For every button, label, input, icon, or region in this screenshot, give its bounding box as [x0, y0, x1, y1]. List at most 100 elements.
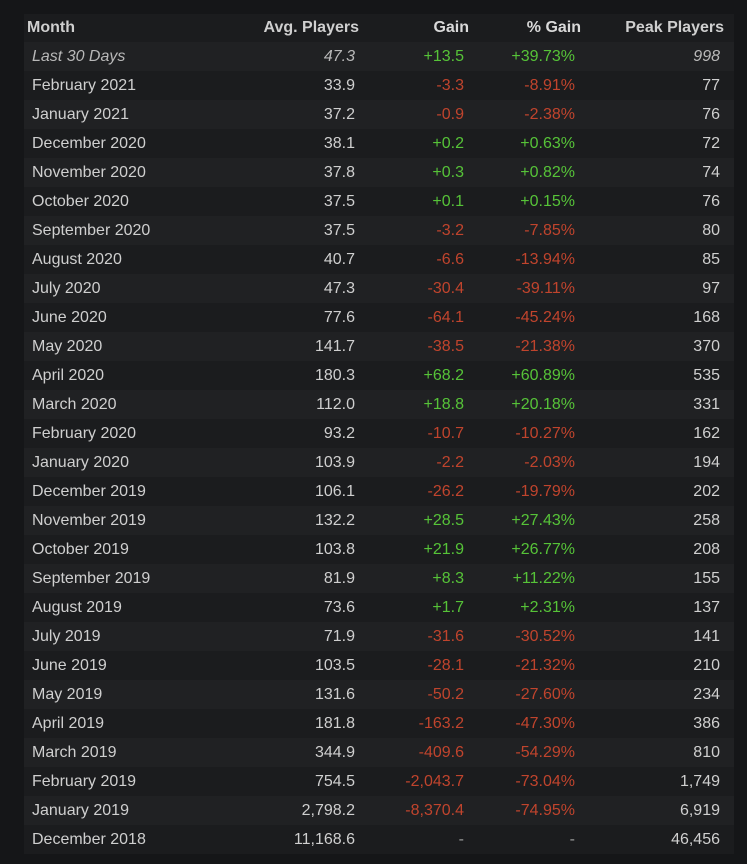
row-month: August 2019 — [24, 593, 229, 622]
row-percent-gain: +11.22% — [469, 564, 581, 593]
row-gain: -8,370.4 — [359, 796, 469, 825]
row-percent-gain: +0.15% — [469, 187, 581, 216]
table-row: June 2019 103.5 -28.1 -21.32% 210 — [24, 651, 734, 680]
row-percent-gain: -39.11% — [469, 274, 581, 303]
row-peak-players: 208 — [581, 535, 734, 564]
row-percent-gain: +20.18% — [469, 390, 581, 419]
row-month: November 2020 — [24, 158, 229, 187]
row-avg-players: 2,798.2 — [229, 796, 359, 825]
row-peak-players: 258 — [581, 506, 734, 535]
row-percent-gain: +0.63% — [469, 129, 581, 158]
row-gain: -2,043.7 — [359, 767, 469, 796]
row-percent-gain: -30.52% — [469, 622, 581, 651]
row-avg-players: 106.1 — [229, 477, 359, 506]
row-percent-gain: +2.31% — [469, 593, 581, 622]
row-month: December 2018 — [24, 825, 229, 854]
row-percent-gain: +60.89% — [469, 361, 581, 390]
row-percent-gain: -2.03% — [469, 448, 581, 477]
row-peak-players: 76 — [581, 187, 734, 216]
row-percent-gain: -27.60% — [469, 680, 581, 709]
header-month[interactable]: Month — [24, 14, 229, 42]
row-month: August 2020 — [24, 245, 229, 274]
row-month: Last 30 Days — [24, 42, 229, 71]
row-month: April 2019 — [24, 709, 229, 738]
row-peak-players: 155 — [581, 564, 734, 593]
row-month: December 2020 — [24, 129, 229, 158]
row-gain: +0.3 — [359, 158, 469, 187]
row-gain: +68.2 — [359, 361, 469, 390]
table-row: November 2019 132.2 +28.5 +27.43% 258 — [24, 506, 734, 535]
row-avg-players: 131.6 — [229, 680, 359, 709]
row-peak-players: 76 — [581, 100, 734, 129]
row-peak-players: 6,919 — [581, 796, 734, 825]
row-avg-players: 71.9 — [229, 622, 359, 651]
row-gain: -30.4 — [359, 274, 469, 303]
row-avg-players: 77.6 — [229, 303, 359, 332]
row-peak-players: 162 — [581, 419, 734, 448]
row-month: July 2020 — [24, 274, 229, 303]
row-peak-players: 194 — [581, 448, 734, 477]
row-avg-players: 40.7 — [229, 245, 359, 274]
row-peak-players: 77 — [581, 71, 734, 100]
row-percent-gain: -21.32% — [469, 651, 581, 680]
table-header: Month Avg. Players Gain % Gain Peak Play… — [24, 14, 734, 42]
row-gain: -6.6 — [359, 245, 469, 274]
header-row: Month Avg. Players Gain % Gain Peak Play… — [24, 14, 734, 42]
row-peak-players: 234 — [581, 680, 734, 709]
row-gain: -3.3 — [359, 71, 469, 100]
row-avg-players: 37.5 — [229, 187, 359, 216]
row-month: February 2019 — [24, 767, 229, 796]
row-gain: -50.2 — [359, 680, 469, 709]
row-peak-players: 810 — [581, 738, 734, 767]
header-avg-players[interactable]: Avg. Players — [229, 14, 359, 42]
row-gain: -10.7 — [359, 419, 469, 448]
row-gain: -0.9 — [359, 100, 469, 129]
header-peak-players[interactable]: Peak Players — [581, 14, 734, 42]
header-gain[interactable]: Gain — [359, 14, 469, 42]
row-month: March 2019 — [24, 738, 229, 767]
row-avg-players: 73.6 — [229, 593, 359, 622]
row-avg-players: 81.9 — [229, 564, 359, 593]
table-row: May 2019 131.6 -50.2 -27.60% 234 — [24, 680, 734, 709]
row-month: June 2020 — [24, 303, 229, 332]
row-month: May 2019 — [24, 680, 229, 709]
player-stats-table: Month Avg. Players Gain % Gain Peak Play… — [24, 14, 734, 854]
row-gain: +0.1 — [359, 187, 469, 216]
header-percent-gain[interactable]: % Gain — [469, 14, 581, 42]
row-month: February 2021 — [24, 71, 229, 100]
row-avg-players: 37.2 — [229, 100, 359, 129]
player-stats-table-container: Month Avg. Players Gain % Gain Peak Play… — [24, 14, 734, 854]
row-month: January 2020 — [24, 448, 229, 477]
table-row: December 2020 38.1 +0.2 +0.63% 72 — [24, 129, 734, 158]
table-row: August 2020 40.7 -6.6 -13.94% 85 — [24, 245, 734, 274]
row-gain: +1.7 — [359, 593, 469, 622]
row-percent-gain: -21.38% — [469, 332, 581, 361]
row-month: February 2020 — [24, 419, 229, 448]
row-peak-players: 370 — [581, 332, 734, 361]
table-row: April 2019 181.8 -163.2 -47.30% 386 — [24, 709, 734, 738]
row-percent-gain: -2.38% — [469, 100, 581, 129]
row-avg-players: 37.8 — [229, 158, 359, 187]
row-peak-players: 74 — [581, 158, 734, 187]
table-row: February 2020 93.2 -10.7 -10.27% 162 — [24, 419, 734, 448]
row-peak-players: 80 — [581, 216, 734, 245]
table-row: January 2021 37.2 -0.9 -2.38% 76 — [24, 100, 734, 129]
row-peak-players: 998 — [581, 42, 734, 71]
row-month: April 2020 — [24, 361, 229, 390]
row-month: May 2020 — [24, 332, 229, 361]
row-peak-players: 386 — [581, 709, 734, 738]
row-peak-players: 535 — [581, 361, 734, 390]
table-row: October 2019 103.8 +21.9 +26.77% 208 — [24, 535, 734, 564]
table-row: May 2020 141.7 -38.5 -21.38% 370 — [24, 332, 734, 361]
row-avg-players: 37.5 — [229, 216, 359, 245]
row-avg-players: 344.9 — [229, 738, 359, 767]
table-row: March 2019 344.9 -409.6 -54.29% 810 — [24, 738, 734, 767]
row-peak-players: 97 — [581, 274, 734, 303]
row-gain: +21.9 — [359, 535, 469, 564]
row-percent-gain: -54.29% — [469, 738, 581, 767]
row-gain: -38.5 — [359, 332, 469, 361]
row-gain: -163.2 — [359, 709, 469, 738]
row-avg-players: 47.3 — [229, 274, 359, 303]
row-percent-gain: -10.27% — [469, 419, 581, 448]
row-percent-gain: +26.77% — [469, 535, 581, 564]
